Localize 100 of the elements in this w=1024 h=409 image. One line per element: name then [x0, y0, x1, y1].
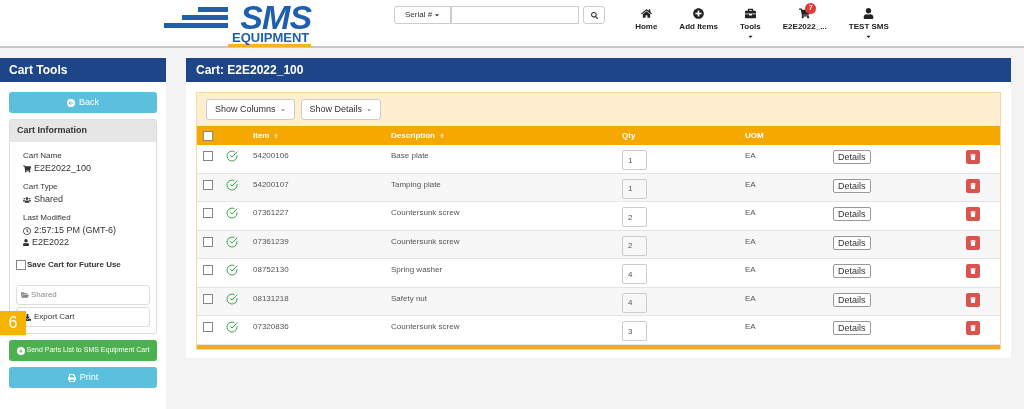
- dropdown-button[interactable]: Show Columns: [206, 99, 295, 120]
- shared-button[interactable]: Shared: [16, 285, 150, 305]
- quantity-field[interactable]: 4: [622, 264, 647, 284]
- delete-button[interactable]: [966, 264, 980, 278]
- checkbox[interactable]: [203, 151, 213, 161]
- plus-icon: [16, 346, 25, 355]
- delete-button[interactable]: [966, 321, 980, 335]
- checkbox[interactable]: [203, 322, 213, 332]
- table-cell-text: 07361227: [253, 207, 290, 219]
- table-cell-text: EA: [745, 150, 757, 162]
- details-button[interactable]: Details: [833, 178, 871, 193]
- check-circle-icon: [226, 178, 238, 191]
- check-circle-icon: [226, 264, 238, 276]
- search-icon: [590, 11, 598, 19]
- details-button[interactable]: Details: [833, 292, 871, 307]
- check-circle-icon: [226, 207, 238, 219]
- caret-icon: [434, 12, 441, 18]
- field-label: Cart Type: [23, 181, 59, 193]
- table-cell-text: Countersunk screw: [391, 207, 461, 219]
- dropdown-button[interactable]: Show Details: [300, 99, 382, 120]
- table-cell-text: 07320836: [253, 321, 290, 333]
- table-cell-text: Base plate: [391, 150, 430, 162]
- card-title: Cart Information: [10, 120, 156, 142]
- delete-button[interactable]: [966, 207, 980, 221]
- user-icon: [23, 239, 29, 246]
- search-scope-dropdown[interactable]: Serial #: [394, 6, 452, 24]
- clock-icon: [23, 226, 31, 235]
- details-button[interactable]: Details: [833, 150, 871, 164]
- field-value: Shared: [34, 193, 64, 206]
- table-cell-text: EA: [745, 207, 757, 219]
- checkbox[interactable]: [203, 293, 213, 304]
- checkbox[interactable]: [203, 208, 213, 218]
- table-cell-text: 08131218: [253, 292, 290, 305]
- delete-button[interactable]: [966, 178, 980, 193]
- table-cell-text: Spring washer: [391, 264, 444, 276]
- field-value: E2E2022_100: [34, 162, 92, 175]
- check-circle-icon: [226, 292, 238, 305]
- table-cell-text: Safety nut: [391, 292, 429, 305]
- quantity-field[interactable]: 3: [622, 321, 647, 341]
- check-circle-icon: [226, 321, 238, 333]
- search-field[interactable]: [451, 6, 580, 24]
- delete-button[interactable]: [966, 292, 980, 307]
- user-icon: [863, 8, 875, 19]
- search-button[interactable]: [583, 6, 606, 24]
- checkbox[interactable]: [203, 179, 213, 190]
- field-value: 2:57:15 PM (GMT-6): [34, 224, 117, 237]
- home-icon: [640, 8, 652, 19]
- table-cell-text: Countersunk screw: [391, 235, 461, 248]
- trash-icon: [970, 182, 976, 189]
- checkbox[interactable]: [203, 265, 213, 275]
- details-button[interactable]: Details: [833, 264, 871, 278]
- folder-icon: [21, 291, 29, 299]
- group-icon: [23, 195, 31, 204]
- print-icon: [67, 373, 76, 382]
- checkbox[interactable]: [203, 236, 213, 247]
- delete-button[interactable]: [966, 150, 980, 164]
- nav-item[interactable]: Home: [633, 3, 660, 33]
- logo[interactable]: SMS EQUIPMENT: [164, 2, 352, 45]
- quantity-field[interactable]: 1: [622, 150, 647, 170]
- cart-icon: [23, 164, 31, 173]
- details-button[interactable]: Details: [833, 207, 871, 221]
- caret-icon: [865, 33, 873, 40]
- table-cell-text: 08752130: [253, 264, 290, 276]
- field-label: Cart Name: [23, 150, 63, 162]
- details-button[interactable]: Details: [833, 235, 871, 250]
- trash-icon: [970, 268, 976, 274]
- table-cell-text: EA: [745, 321, 757, 333]
- table-cell-text: EA: [745, 292, 757, 305]
- sort-icon: [439, 132, 445, 139]
- nav-item[interactable]: Tools: [738, 3, 763, 40]
- back-icon: [67, 98, 75, 107]
- trash-icon: [970, 154, 976, 160]
- panel-header: Cart: E2E2022_100: [186, 58, 1011, 82]
- delete-button[interactable]: [966, 235, 980, 250]
- checkbox[interactable]: [203, 130, 213, 141]
- table-cell-text: EA: [745, 178, 757, 191]
- caret-icon: [366, 106, 373, 113]
- trash-icon: [970, 325, 976, 331]
- export-button[interactable]: Export Cart: [16, 307, 150, 327]
- table-cell-text: 07361239: [253, 235, 290, 248]
- trash-icon: [970, 211, 976, 217]
- table-cell-text: Countersunk screw: [391, 321, 461, 333]
- sort-icon: [273, 132, 280, 139]
- trash-icon: [970, 239, 976, 246]
- quantity-field[interactable]: 1: [622, 178, 647, 199]
- quantity-field[interactable]: 2: [622, 207, 647, 227]
- nav-item[interactable]: TEST SMS: [846, 3, 891, 40]
- checkbox[interactable]: [16, 260, 26, 270]
- check-circle-icon: [226, 235, 238, 248]
- table-cell-text: 54200106: [253, 150, 290, 162]
- field-value: E2E2022: [32, 237, 70, 248]
- table-cell-text: EA: [745, 264, 757, 276]
- panel-header: Cart Tools: [0, 58, 166, 82]
- quantity-field[interactable]: 4: [622, 292, 647, 313]
- table-cell-text: 54200107: [253, 178, 290, 191]
- nav-item[interactable]: Add Items: [677, 3, 721, 33]
- step-badge: 6: [0, 311, 26, 335]
- caret-icon: [746, 33, 754, 40]
- quantity-field[interactable]: 2: [622, 235, 647, 256]
- details-button[interactable]: Details: [833, 321, 871, 335]
